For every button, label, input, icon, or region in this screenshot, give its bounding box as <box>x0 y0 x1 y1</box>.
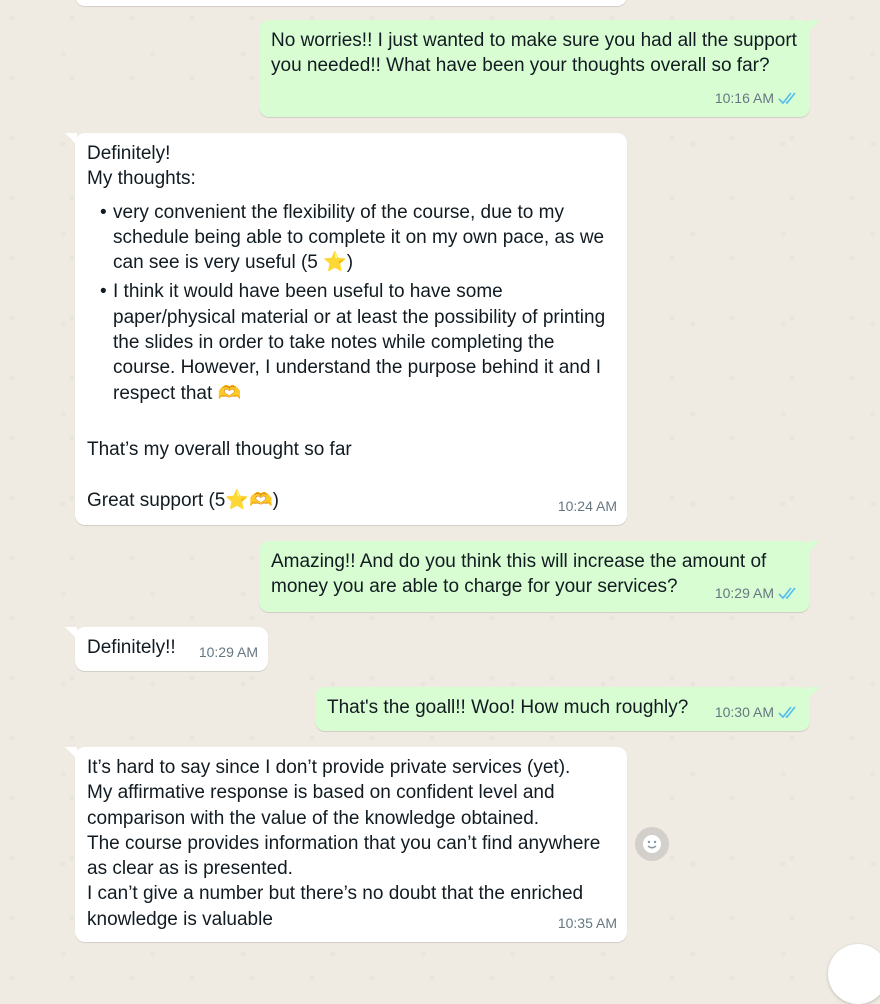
message-intro: Definitely! My thoughts: <box>87 143 196 190</box>
previous-message-bubble[interactable] <box>75 0 627 6</box>
double-check-icon <box>778 587 796 600</box>
message-meta: 10:35 AM <box>558 911 617 936</box>
message-time: 10:16 AM <box>714 89 774 106</box>
message-time: 10:35 AM <box>557 914 617 931</box>
message-time: 10:24 AM <box>557 497 617 514</box>
double-check-icon <box>778 706 796 719</box>
message-text: No worries!! I just wanted to make sure … <box>271 30 797 77</box>
bullet-dot: • <box>100 201 107 223</box>
list-item: • very convenient the flexibility of the… <box>87 200 615 276</box>
message-bubble-outgoing[interactable]: Amazing!! And do you think this will inc… <box>259 541 820 612</box>
message-bubble-incoming[interactable]: It’s hard to say since I don’t provide p… <box>65 747 627 942</box>
bullet-text: I think it would have been useful to hav… <box>113 281 606 404</box>
reaction-button[interactable] <box>635 827 669 861</box>
bullet-dot: • <box>100 281 107 303</box>
scroll-down-button[interactable] <box>828 944 880 1004</box>
message-meta: 10:30 AM <box>715 700 800 725</box>
message-outro: That’s my overall thought so far Great s… <box>87 438 352 511</box>
message-bubble-incoming[interactable]: Definitely!! 10:29 AM <box>65 627 268 671</box>
smiley-icon <box>643 835 661 853</box>
message-meta: 10:29 AM <box>715 581 800 606</box>
bullet-text: very convenient the flexibility of the c… <box>113 201 605 274</box>
message-bubble-outgoing[interactable]: That's the goall!! Woo! How much roughly… <box>315 687 820 731</box>
message-time: 10:29 AM <box>198 643 258 660</box>
message-time: 10:29 AM <box>714 584 774 601</box>
list-item: • I think it would have been useful to h… <box>87 279 615 405</box>
double-check-icon <box>778 92 796 105</box>
message-text: It’s hard to say since I don’t provide p… <box>87 757 601 930</box>
message-bubble-incoming[interactable]: Definitely! My thoughts: • very convenie… <box>65 133 627 525</box>
message-time: 10:30 AM <box>714 703 774 720</box>
message-meta: 10:24 AM <box>558 494 617 519</box>
message-meta: 10:29 AM <box>199 640 258 665</box>
message-bubble-outgoing[interactable]: No worries!! I just wanted to make sure … <box>259 20 820 117</box>
message-meta: 10:16 AM <box>715 86 800 111</box>
